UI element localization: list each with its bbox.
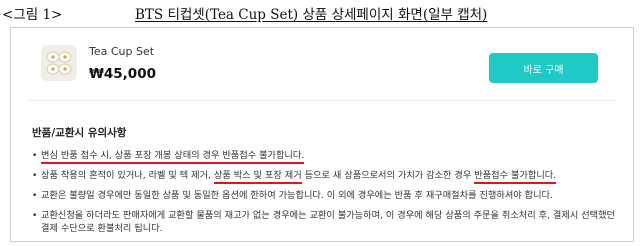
bullet: • [32, 150, 38, 161]
notice-item-text: 상품 착용의 흔적이 있거나, 라벨 및 텍 제거, [41, 170, 214, 181]
bullet: • [32, 210, 38, 221]
highlighted-text: 상품 박스 및 포장 제거 [213, 170, 302, 184]
notice-item-3: • 교환은 불량일 경우에만 동일한 상품 및 동일한 옵션에 한하여 가능합니… [32, 189, 622, 202]
figure-label: <그림 1> [2, 7, 63, 23]
tea-cup-set-image [41, 45, 77, 81]
highlighted-text: 반품접수 불가합니다. [474, 170, 557, 184]
section-divider [29, 100, 615, 101]
bullet: • [32, 190, 38, 201]
return-exchange-notice: 반품/교환시 유의사항 • 변심 반품 접수 시, 상품 포장 개봉 상태의 경… [32, 125, 622, 241]
product-thumbnail[interactable] [41, 45, 77, 81]
figure-caption: <그림 1> BTS 티컵셋(Tea Cup Set) 상품 상세페이지 화면(… [0, 0, 643, 24]
product-header: Tea Cup Set ₩45,000 바로 구매 [11, 28, 633, 100]
product-detail-screenshot: Tea Cup Set ₩45,000 바로 구매 반품/교환시 유의사항 • … [10, 27, 634, 242]
buy-now-button[interactable]: 바로 구매 [489, 53, 598, 83]
notice-item-4: • 교환신청을 하더라도 판매자에게 교환할 물품의 재고가 없는 경우에는 교… [32, 209, 622, 235]
product-price: ₩45,000 [89, 66, 156, 82]
notice-item-1: • 변심 반품 접수 시, 상품 포장 개봉 상태의 경우 반품접수 불가합니다… [32, 149, 622, 164]
notice-title: 반품/교환시 유의사항 [32, 127, 127, 139]
notice-item-text: 등으로 새 상품으로서의 가치가 감소한 경우 [301, 170, 475, 181]
product-name: Tea Cup Set [89, 45, 155, 58]
figure-title: BTS 티컵셋(Tea Cup Set) 상품 상세페이지 화면(일부 캡처) [135, 7, 488, 23]
notice-item-2: • 상품 착용의 흔적이 있거나, 라벨 및 텍 제거, 상품 박스 및 포장 … [32, 169, 622, 184]
bullet: • [32, 170, 38, 181]
notice-item-text: 변심 반품 접수 시, 상품 포장 개봉 상태의 경우 반품접수 불가합니다. [41, 150, 305, 164]
notice-item-text: 교환신청을 하더라도 판매자에게 교환할 물품의 재고가 없는 경우에는 교환이… [41, 210, 616, 234]
notice-item-text: 교환은 불량일 경우에만 동일한 상품 및 동일한 옵션에 한하여 가능합니다.… [41, 190, 553, 201]
